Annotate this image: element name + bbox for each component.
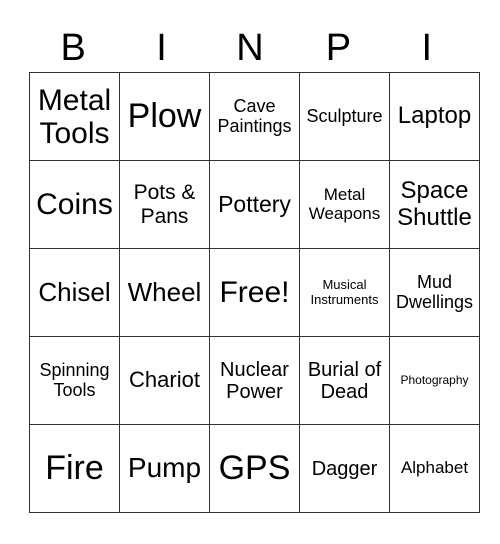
header-letter: P <box>325 27 352 69</box>
bingo-grid: Metal Tools Plow Cave Paintings Sculpture La… <box>29 72 480 513</box>
bingo-cell[interactable]: Free! <box>209 248 300 337</box>
bingo-row: Coins Pots & Pans Pottery Metal Weapons Spac… <box>29 160 480 249</box>
bingo-cell[interactable]: Burial of Dead <box>299 336 390 425</box>
bingo-row: Spinning Tools Chariot Nuclear Power Burial… <box>29 336 480 425</box>
bingo-cell[interactable]: Space Shuttle <box>389 160 480 249</box>
bingo-cell[interactable]: Chariot <box>119 336 210 425</box>
bingo-cell[interactable]: Alphabet <box>389 424 480 513</box>
bingo-cell[interactable]: Coins <box>29 160 120 249</box>
bingo-cell[interactable]: Cave Paintings <box>209 72 300 161</box>
bingo-cell[interactable]: Metal Tools <box>29 72 120 161</box>
bingo-row: Metal Tools Plow Cave Paintings Sculpture La… <box>29 72 480 161</box>
bingo-cell[interactable]: Chisel <box>29 248 120 337</box>
header-letter: B <box>60 27 86 69</box>
bingo-cell[interactable]: Metal Weapons <box>299 160 390 249</box>
header-letter: I <box>421 27 433 69</box>
bingo-cell[interactable]: Photography <box>389 336 480 425</box>
bingo-cell[interactable]: Wheel <box>119 248 210 337</box>
bingo-header: B I N P I <box>29 26 471 70</box>
bingo-cell[interactable]: Musical Instruments <box>299 248 390 337</box>
bingo-row: Fire Pump GPS Dagger Alphabet <box>29 424 480 513</box>
bingo-cell[interactable]: Dagger <box>299 424 390 513</box>
bingo-row: Chisel Wheel Free! Musical Instruments Mud D… <box>29 248 480 337</box>
bingo-cell[interactable]: Nuclear Power <box>209 336 300 425</box>
bingo-cell[interactable]: Pottery <box>209 160 300 249</box>
bingo-cell[interactable]: Sculpture <box>299 72 390 161</box>
bingo-cell[interactable]: Laptop <box>389 72 480 161</box>
header-letter: I <box>156 27 167 69</box>
bingo-cell[interactable]: GPS <box>209 424 300 513</box>
bingo-cell[interactable]: Plow <box>119 72 210 161</box>
bingo-cell[interactable]: Pots & Pans <box>119 160 210 249</box>
header-letter: N <box>236 27 264 69</box>
bingo-cell[interactable]: Mud Dwellings <box>389 248 480 337</box>
bingo-cell[interactable]: Fire <box>29 424 120 513</box>
bingo-cell[interactable]: Spinning Tools <box>29 336 120 425</box>
bingo-cell[interactable]: Pump <box>119 424 210 513</box>
